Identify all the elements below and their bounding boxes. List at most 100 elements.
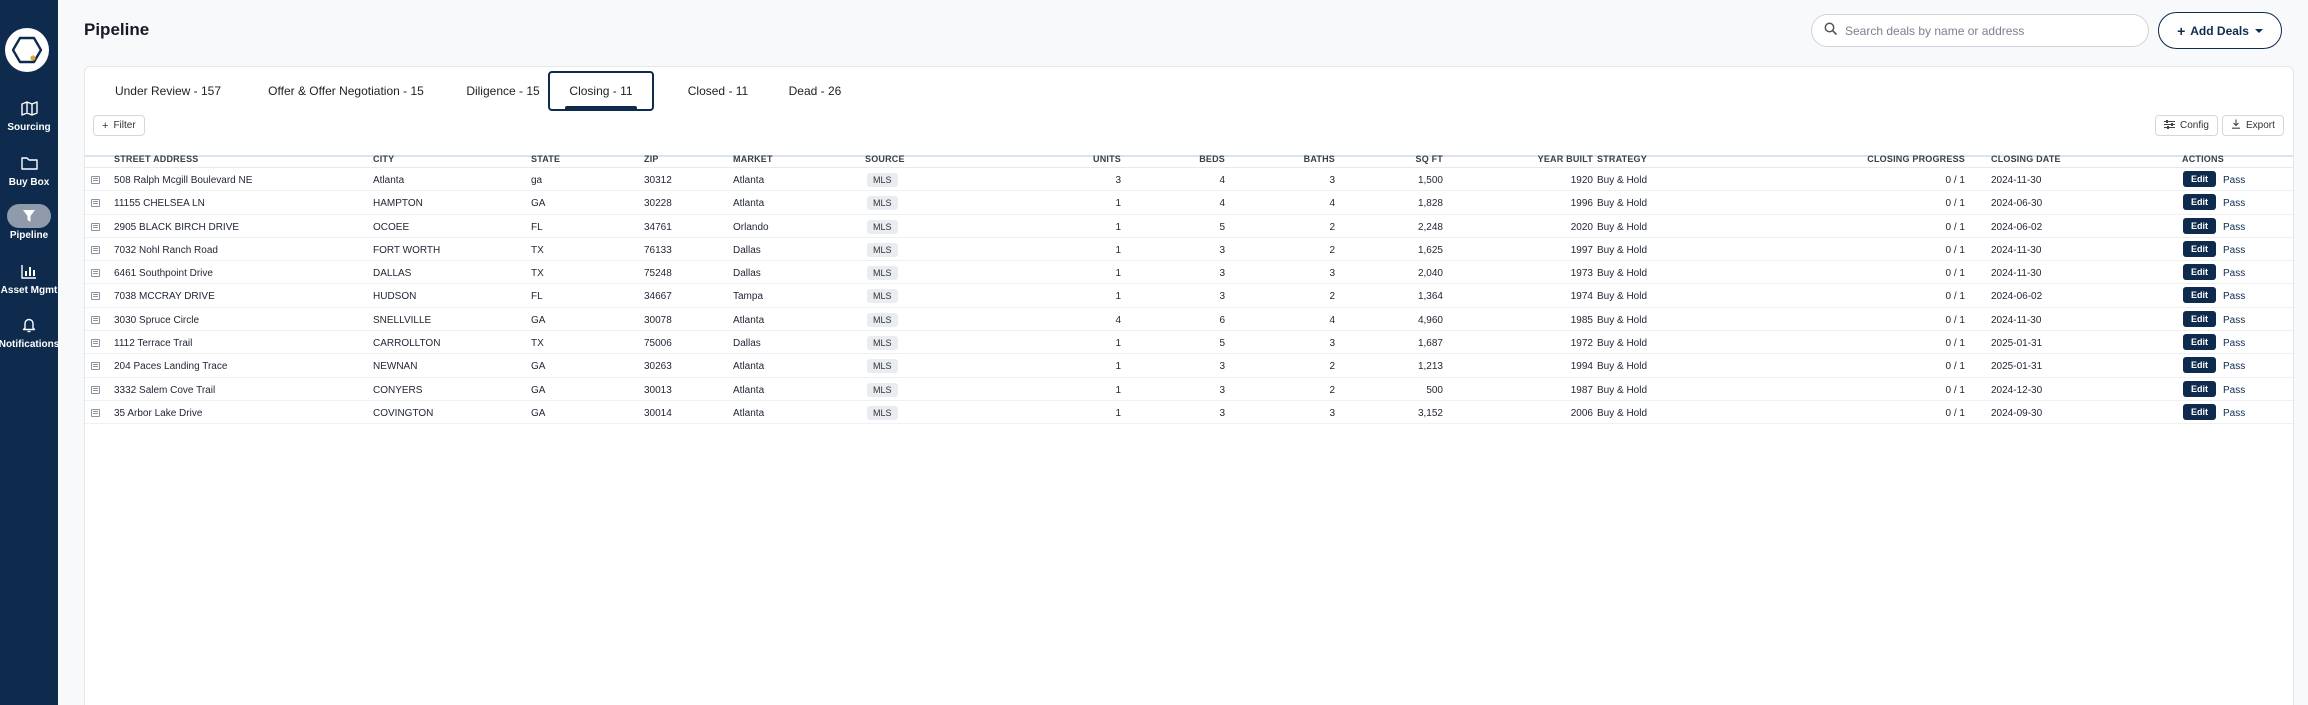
cell-zip: 30078 — [644, 314, 672, 326]
cell-state: ga — [531, 175, 543, 186]
sidebar-item-pipeline[interactable]: Pipeline — [0, 204, 58, 241]
row-detail-icon[interactable] — [91, 222, 100, 231]
col-state[interactable]: STATE — [531, 154, 560, 164]
table-row[interactable]: 35 Arbor Lake Drive COVINGTON GA 30014 Atlan… — [85, 401, 2293, 425]
table-row[interactable]: 3332 Salem Cove Trail CONYERS GA 30013 Atlan… — [85, 378, 2293, 401]
export-button[interactable]: Export — [2222, 115, 2284, 136]
sidebar-item-sourcing[interactable]: Sourcing — [0, 96, 58, 133]
filter-button[interactable]: + Filter — [93, 115, 145, 136]
pass-link[interactable]: Pass — [2223, 222, 2245, 233]
table-row[interactable]: 2905 BLACK BIRCH DRIVE OCOEE FL 34761 Orland… — [85, 215, 2293, 238]
edit-button[interactable]: Edit — [2183, 171, 2216, 187]
table-row[interactable]: 204 Paces Landing Trace NEWNAN GA 30263 Atla… — [85, 354, 2293, 378]
pass-link[interactable]: Pass — [2223, 175, 2245, 186]
edit-button[interactable]: Edit — [2183, 287, 2216, 304]
table-row[interactable]: 11155 CHELSEA LN HAMPTON GA 30228 Atlanta MLS… — [85, 191, 2293, 215]
cell-beds: 3 — [1219, 361, 1225, 373]
row-detail-icon[interactable] — [91, 408, 100, 417]
sidebar-item-notifications[interactable]: Notifications — [0, 313, 59, 350]
col-street-address[interactable]: STREET ADDRESS — [114, 154, 198, 164]
hexagon-logo-icon[interactable] — [5, 28, 49, 72]
pass-link[interactable]: Pass — [2223, 198, 2245, 209]
edit-button[interactable]: Edit — [2183, 380, 2216, 397]
edit-button[interactable]: Edit — [2183, 334, 2216, 351]
row-detail-icon[interactable] — [91, 292, 100, 301]
col-source[interactable]: SOURCE — [865, 154, 905, 164]
row-detail-icon[interactable] — [91, 362, 100, 371]
cell-address[interactable]: 3030 Spruce Circle — [114, 315, 199, 326]
edit-button[interactable]: Edit — [2183, 194, 2216, 211]
edit-button[interactable]: Edit — [2183, 217, 2216, 234]
cell-market: Atlanta — [733, 175, 765, 186]
edit-button[interactable]: Edit — [2183, 240, 2216, 257]
col-strategy[interactable]: STRATEGY — [1597, 154, 1647, 164]
row-detail-icon[interactable] — [91, 199, 100, 208]
add-deals-button[interactable]: + Add Deals — [2158, 12, 2282, 49]
col-year-built[interactable]: YEAR BUILT — [1538, 154, 1593, 164]
pass-link[interactable]: Pass — [2223, 408, 2245, 419]
tab-closing[interactable]: Closing - 11 — [548, 71, 654, 111]
edit-button[interactable]: Edit — [2183, 264, 2216, 281]
edit-button[interactable]: Edit — [2183, 403, 2216, 420]
col-sq-ft[interactable]: SQ FT — [1416, 154, 1444, 164]
col-beds[interactable]: BEDS — [1199, 154, 1225, 164]
table-row[interactable]: 6461 Southpoint Drive DALLAS TX 75248 Dallas… — [85, 261, 2293, 285]
col-market[interactable]: MARKET — [733, 154, 773, 164]
sidebar-item-buy-box[interactable]: Buy Box — [0, 151, 58, 188]
pass-link[interactable]: Pass — [2223, 245, 2245, 256]
search-input[interactable] — [1845, 23, 2135, 38]
tab-offer-negotiation[interactable]: Offer & Offer Negotiation - 15 — [248, 71, 444, 111]
table-row[interactable]: 7032 Nohl Ranch Road FORT WORTH TX 76133 Dal… — [85, 238, 2293, 262]
table-row[interactable]: 7038 MCCRAY DRIVE HUDSON FL 34667 Tampa MLS 1 3… — [85, 284, 2293, 308]
col-units[interactable]: UNITS — [1093, 154, 1121, 164]
cell-beds: 4 — [1219, 198, 1225, 210]
pass-link[interactable]: Pass — [2223, 361, 2245, 372]
pass-link[interactable]: Pass — [2223, 268, 2245, 279]
cell-closing-date: 2024-11-30 — [1991, 314, 2042, 326]
cell-closing-date: 2025-01-31 — [1991, 338, 2043, 350]
table-row[interactable]: 1112 Terrace Trail CARROLLTON TX 75006 Dalla… — [85, 331, 2293, 355]
col-baths[interactable]: BATHS — [1304, 154, 1335, 164]
table-row[interactable]: 508 Ralph Mcgill Boulevard NE Atlanta ga 30… — [85, 168, 2293, 192]
row-detail-icon[interactable] — [91, 269, 100, 278]
row-detail-icon[interactable] — [91, 245, 100, 254]
col-zip[interactable]: ZIP — [644, 154, 659, 164]
cell-address[interactable]: 3332 Salem Cove Trail — [114, 385, 215, 396]
cell-address[interactable]: 7038 MCCRAY DRIVE — [114, 291, 215, 302]
tab-dead[interactable]: Dead - 26 — [772, 71, 858, 111]
row-detail-icon[interactable] — [91, 176, 100, 184]
edit-button[interactable]: Edit — [2183, 357, 2216, 374]
cell-address[interactable]: 2905 BLACK BIRCH DRIVE — [114, 222, 239, 233]
tab-diligence[interactable]: Diligence - 15 — [448, 71, 558, 111]
page-title: Pipeline — [84, 20, 150, 39]
cell-address[interactable]: 1112 Terrace Trail — [114, 338, 192, 349]
cell-market: Atlanta — [733, 361, 765, 373]
row-detail-icon[interactable] — [91, 315, 100, 324]
cell-year-built: 1987 — [1570, 384, 1593, 396]
cell-address[interactable]: 7032 Nohl Ranch Road — [114, 245, 218, 256]
row-detail-icon[interactable] — [91, 339, 100, 348]
cell-address[interactable]: 6461 Southpoint Drive — [114, 268, 213, 279]
pass-link[interactable]: Pass — [2223, 315, 2245, 326]
sidebar-item-asset-mgmt[interactable]: Asset Mgmt — [0, 259, 58, 296]
pass-link[interactable]: Pass — [2223, 338, 2245, 349]
col-closing-date[interactable]: CLOSING DATE — [1991, 154, 2061, 164]
cell-address[interactable]: 204 Paces Landing Trace — [114, 361, 227, 372]
row-detail-icon[interactable] — [91, 385, 100, 394]
search-box[interactable] — [1811, 14, 2149, 47]
pass-link[interactable]: Pass — [2223, 291, 2245, 302]
pass-link[interactable]: Pass — [2223, 385, 2245, 396]
col-closing-progress[interactable]: CLOSING PROGRESS — [1867, 154, 1965, 164]
tab-under-review[interactable]: Under Review - 157 — [100, 71, 236, 111]
col-city[interactable]: CITY — [373, 154, 394, 164]
cell-units: 1 — [1115, 198, 1121, 210]
deals-table: STREET ADDRESS CITY STATE ZIP MARKET SOU… — [85, 148, 2293, 425]
table-row[interactable]: 3030 Spruce Circle SNELLVILLE GA 30078 Atlan… — [85, 308, 2293, 332]
cell-address[interactable]: 508 Ralph Mcgill Boulevard NE — [114, 175, 252, 186]
tab-closed[interactable]: Closed - 11 — [668, 71, 768, 111]
source-badge: MLS — [867, 405, 898, 420]
edit-button[interactable]: Edit — [2183, 310, 2216, 327]
cell-address[interactable]: 11155 CHELSEA LN — [114, 198, 205, 209]
config-button[interactable]: Config — [2155, 115, 2218, 136]
cell-address[interactable]: 35 Arbor Lake Drive — [114, 408, 202, 419]
